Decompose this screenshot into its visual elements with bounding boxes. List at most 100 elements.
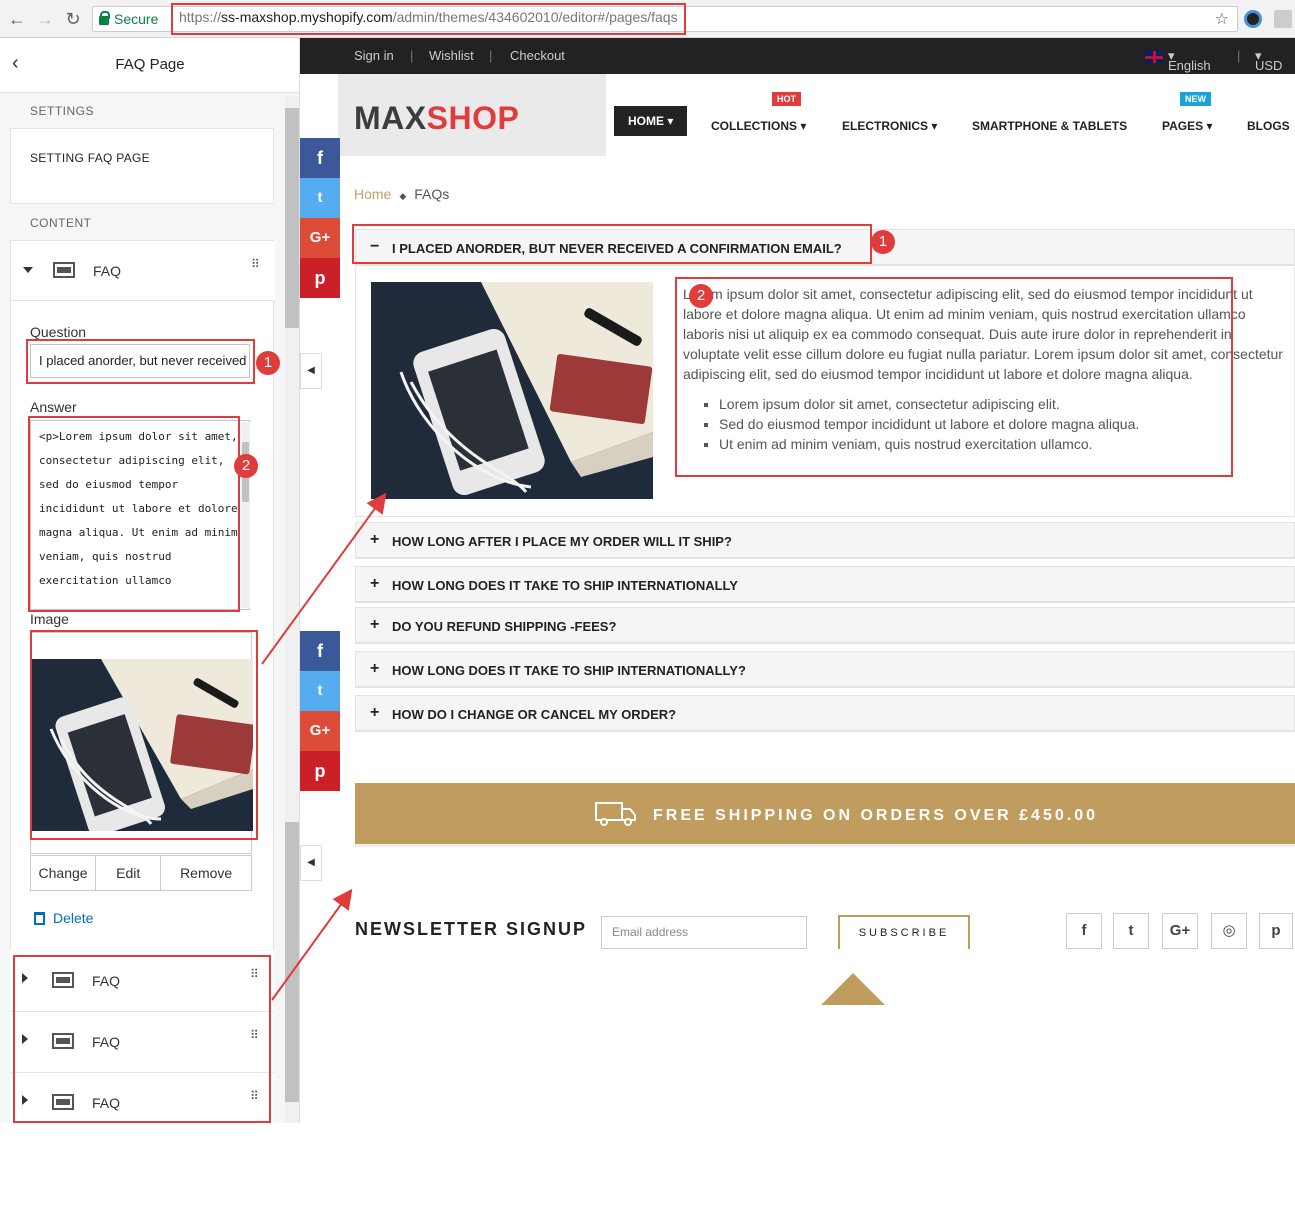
faq-accordion[interactable]: + DO YOU REFUND SHIPPING -FEES? xyxy=(355,607,1295,644)
edit-image-button[interactable]: Edit xyxy=(96,856,162,890)
collapse-arrow-icon[interactable]: ◀ xyxy=(300,353,322,389)
sidebar-scroll-thumb[interactable] xyxy=(285,108,299,328)
pinterest-icon[interactable]: p xyxy=(300,258,340,298)
annotation-badge-2: 2 xyxy=(234,454,258,478)
answer-scrollbar[interactable] xyxy=(241,422,250,608)
highlight-box-image xyxy=(30,630,258,840)
checkout-link[interactable]: Checkout xyxy=(510,48,565,63)
settings-card[interactable]: SETTING FAQ PAGE xyxy=(10,128,274,204)
sign-in-link[interactable]: Sign in xyxy=(354,48,394,63)
faq-accordion[interactable]: + HOW DO I CHANGE OR CANCEL MY ORDER? xyxy=(355,695,1295,732)
nav-home[interactable]: HOME ▾ xyxy=(614,106,688,136)
plus-icon: + xyxy=(370,531,380,548)
footer-twitter-icon[interactable]: t xyxy=(1113,913,1149,949)
address-bar[interactable]: Secure https://ss-maxshop.myshopify.com/… xyxy=(92,3,1238,35)
annotation-badge-2: 2 xyxy=(689,284,713,308)
currency-label: USD xyxy=(1255,58,1283,73)
twitter-icon[interactable]: t xyxy=(300,671,340,711)
faq-question: HOW DO I CHANGE OR CANCEL MY ORDER? xyxy=(392,707,677,722)
subscribe-button[interactable]: SUBSCRIBE xyxy=(838,915,970,949)
content-section-label: CONTENT xyxy=(30,216,92,230)
theme-editor-sidebar: ‹ FAQ Page SETTINGS SETTING FAQ PAGE CON… xyxy=(0,38,300,1123)
newsletter-title: NEWSLETTER SIGNUP xyxy=(355,919,588,939)
highlight-box-question xyxy=(26,339,255,384)
extension-icon[interactable] xyxy=(1244,10,1262,28)
nav-collections[interactable]: COLLECTIONS ▾ xyxy=(711,119,806,133)
url-text[interactable]: https://ss-maxshop.myshopify.com/admin/t… xyxy=(171,3,686,35)
faq-accordion[interactable]: + HOW LONG AFTER I PLACE MY ORDER WILL IT… xyxy=(355,522,1295,559)
forward-icon[interactable]: → xyxy=(34,8,56,30)
faq-accordion[interactable]: + HOW LONG DOES IT TAKE TO SHIP INTERNATI… xyxy=(355,566,1295,603)
image-actions: Change Edit Remove xyxy=(30,855,252,891)
logo-main: MAX xyxy=(354,100,427,136)
storefront-preview: Sign in | Wishlist | Checkout English ▾ … xyxy=(300,38,1295,1123)
facebook-icon[interactable]: f xyxy=(300,138,340,178)
faq-block-header[interactable]: FAQ ⠿ xyxy=(11,241,275,301)
plus-icon: + xyxy=(370,616,380,633)
highlight-box-answer xyxy=(675,277,1233,477)
collapse-arrow-icon[interactable]: ◀ xyxy=(300,845,322,881)
sidebar-scrollbar[interactable] xyxy=(285,96,299,1123)
free-shipping-banner: FREE SHIPPING ON ORDERS OVER £450.00 xyxy=(355,783,1295,847)
remove-image-button[interactable]: Remove xyxy=(161,856,251,890)
facebook-icon[interactable]: f xyxy=(300,631,340,671)
nav-pages[interactable]: PAGES ▾ xyxy=(1162,119,1212,133)
secure-indicator[interactable]: Secure xyxy=(99,11,158,27)
footer-dribbble-icon[interactable]: ◎ xyxy=(1211,913,1247,949)
language-selector[interactable]: English ▾ xyxy=(1168,48,1211,73)
wishlist-link[interactable]: Wishlist xyxy=(429,48,474,63)
currency-selector[interactable]: USD ▾ xyxy=(1255,48,1282,73)
settings-section-label: SETTINGS xyxy=(30,104,95,118)
nav-smartphone-tablets[interactable]: SMARTPHONE & TABLETS xyxy=(972,119,1127,133)
topbar-divider: | xyxy=(489,48,493,63)
bookmark-star-icon[interactable]: ☆ xyxy=(1215,9,1229,29)
topbar-divider: | xyxy=(410,48,414,63)
logo-accent: SHOP xyxy=(426,100,520,136)
highlight-box-answer xyxy=(28,416,240,612)
highlight-box-question xyxy=(352,224,872,264)
change-image-button[interactable]: Change xyxy=(31,856,97,890)
annotation-badge-1: 1 xyxy=(256,351,280,375)
shipping-text: FREE SHIPPING ON ORDERS OVER £450.00 xyxy=(653,807,1098,824)
sidebar-header: ‹ FAQ Page xyxy=(0,38,299,93)
twitter-icon[interactable]: t xyxy=(300,178,340,218)
faq-accordion[interactable]: + HOW LONG DOES IT TAKE TO SHIP INTERNATI… xyxy=(355,651,1295,688)
footer-google-plus-icon[interactable]: G+ xyxy=(1162,913,1198,949)
caret-down-icon[interactable] xyxy=(23,267,33,273)
google-plus-icon[interactable]: G+ xyxy=(300,218,340,258)
faq-answer-image xyxy=(371,282,653,499)
google-plus-icon[interactable]: G+ xyxy=(300,711,340,751)
question-label: Question xyxy=(30,324,87,340)
faq-question: DO YOU REFUND SHIPPING -FEES? xyxy=(392,619,617,634)
back-to-top-icon[interactable] xyxy=(821,973,885,1005)
footer-facebook-icon[interactable]: f xyxy=(1066,913,1102,949)
pinterest-icon[interactable]: p xyxy=(300,751,340,791)
back-icon[interactable]: ← xyxy=(6,8,28,30)
nav-electronics-label: ELECTRONICS xyxy=(842,119,929,133)
store-topbar: Sign in | Wishlist | Checkout English ▾ … xyxy=(300,38,1295,74)
sidebar-scroll-thumb-lower[interactable] xyxy=(285,822,299,1102)
nav-electronics[interactable]: ELECTRONICS ▾ xyxy=(842,119,937,133)
browser-toolbar: ← → ↻ Secure https://ss-maxshop.myshopif… xyxy=(0,0,1295,38)
url-path: /admin/themes/434602010/editor#/pages/fa… xyxy=(392,9,678,25)
maxshop-logo[interactable]: MAXSHOP xyxy=(354,100,519,137)
reload-icon[interactable]: ↻ xyxy=(62,8,84,30)
nav-collections-label: COLLECTIONS xyxy=(711,119,797,133)
block-icon xyxy=(53,262,75,278)
faq-question: HOW LONG AFTER I PLACE MY ORDER WILL IT … xyxy=(392,534,732,549)
delete-block-button[interactable]: Delete xyxy=(34,910,93,926)
breadcrumb-home-link[interactable]: Home xyxy=(354,186,391,202)
drag-handle-icon[interactable]: ⠿ xyxy=(251,258,260,270)
trash-icon xyxy=(34,912,45,925)
topbar-divider: | xyxy=(1237,48,1241,63)
plus-icon: + xyxy=(370,660,380,677)
nav-blogs[interactable]: BLOGS xyxy=(1247,119,1290,133)
nav-pages-label: PAGES xyxy=(1162,119,1204,133)
highlight-box-blocks xyxy=(13,955,271,1123)
newsletter-email-input[interactable]: Email address xyxy=(601,916,807,949)
search-extension-icon[interactable] xyxy=(1274,10,1292,28)
footer-pinterest-icon[interactable]: p xyxy=(1259,913,1293,949)
setting-faq-page-link[interactable]: SETTING FAQ PAGE xyxy=(30,151,150,165)
faq-question: HOW LONG DOES IT TAKE TO SHIP INTERNATIO… xyxy=(392,663,746,678)
breadcrumb-separator-icon: ◆ xyxy=(399,191,407,201)
